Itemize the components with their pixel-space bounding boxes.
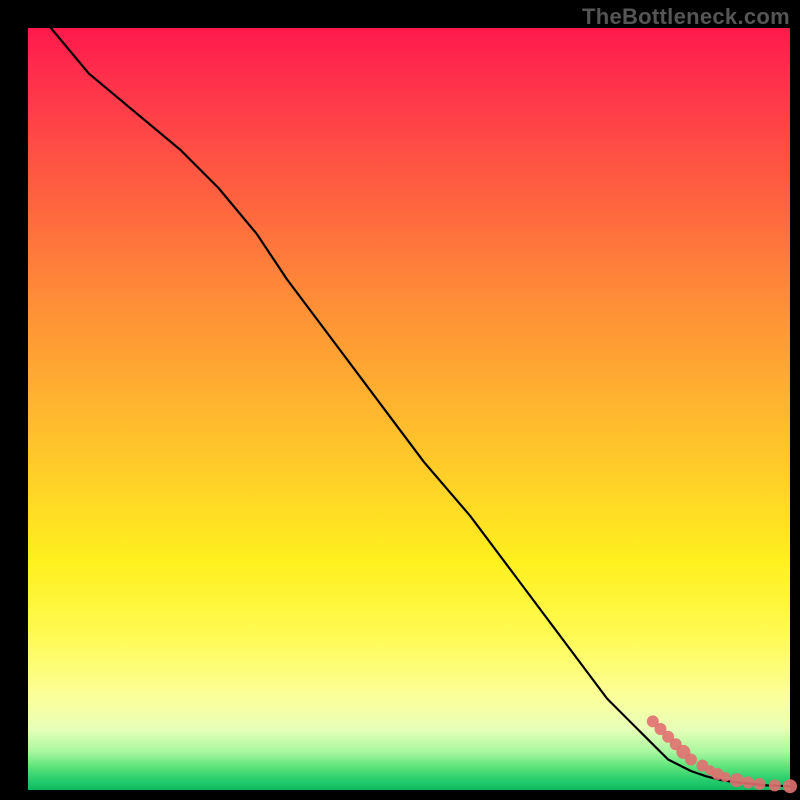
scatter-point (754, 778, 766, 790)
scatter-point (742, 776, 754, 788)
figure: TheBottleneck.com (0, 0, 800, 800)
scatter-point (685, 754, 697, 766)
scatter-point (783, 779, 797, 793)
scatter-point (730, 773, 744, 787)
scatter-point (769, 779, 781, 791)
curve-line (51, 28, 790, 786)
scatter-points (647, 715, 797, 793)
scatter-point (720, 772, 730, 782)
chart-overlay (0, 0, 800, 800)
